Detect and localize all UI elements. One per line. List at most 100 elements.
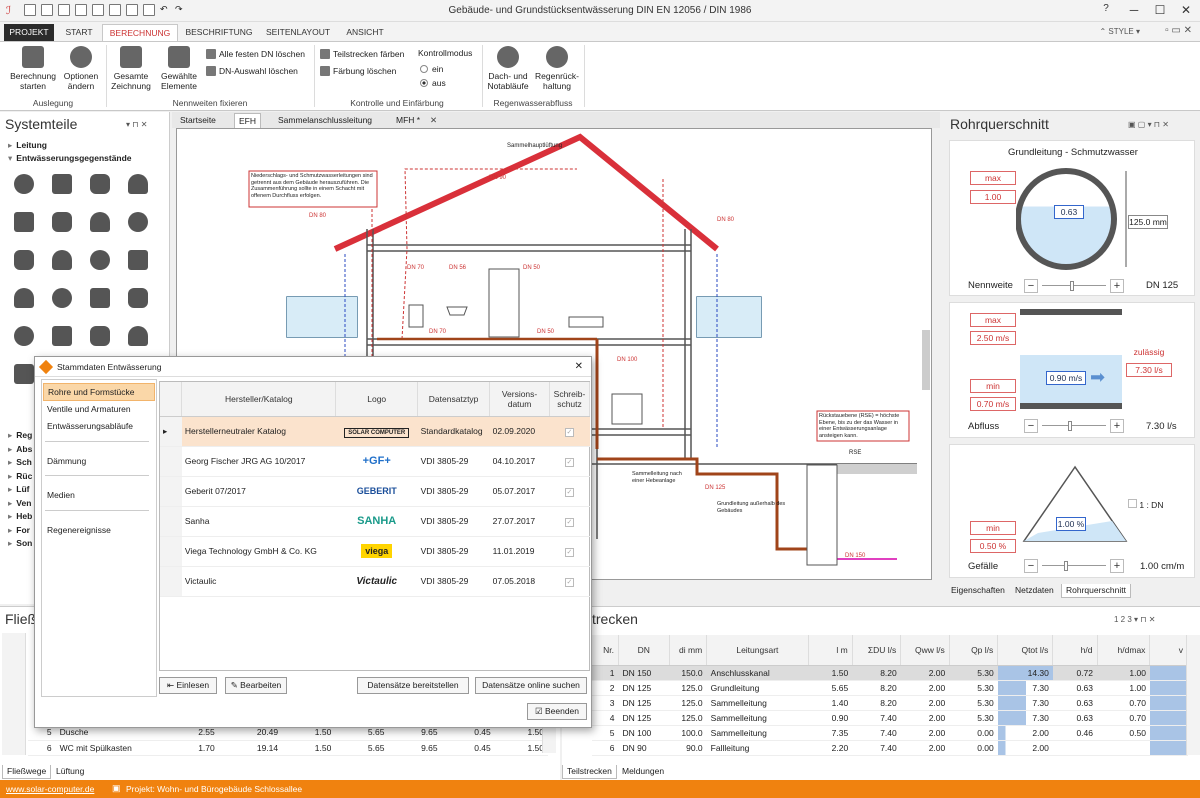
dialog-close-button[interactable]: ✕ bbox=[575, 357, 583, 377]
catalog-row[interactable]: Geberit 07/2017 GEBERIT VDI 3805-29 05.07.2… bbox=[160, 476, 590, 507]
kontrollmodus-ein-radio[interactable]: ein bbox=[420, 64, 443, 74]
sanitary-fixture-icon[interactable] bbox=[128, 326, 148, 346]
doc-tab-efh[interactable]: EFH bbox=[234, 113, 261, 128]
beenden-button[interactable]: ☑ Beenden bbox=[527, 703, 587, 720]
tab-eigenschaften[interactable]: Eigenschaften bbox=[947, 584, 1009, 598]
nav-regen[interactable]: Regenereignisse bbox=[43, 522, 155, 538]
alle-festen-dn-button[interactable]: Alle festen DN löschen bbox=[206, 49, 305, 59]
column-header[interactable]: DN bbox=[618, 635, 670, 666]
nav-medien[interactable]: Medien bbox=[43, 487, 155, 503]
dn-checkbox[interactable]: 1 : DN bbox=[1128, 499, 1163, 510]
sanitary-fixture-icon[interactable] bbox=[128, 250, 148, 270]
sanitary-fixture-icon[interactable] bbox=[52, 212, 72, 232]
website-link[interactable]: www.solar-computer.de bbox=[6, 784, 94, 794]
tree-item[interactable]: ▸ For bbox=[8, 525, 30, 536]
tab-fliesswege[interactable]: Fließwege bbox=[2, 765, 52, 779]
sanitary-fixture-icon[interactable] bbox=[14, 174, 34, 194]
doc-tab-sammel[interactable]: Sammelanschlussleitung bbox=[274, 113, 376, 128]
row-selector[interactable] bbox=[160, 446, 182, 477]
help-button[interactable]: ? bbox=[1094, 3, 1118, 14]
gewaehlte-elemente-button[interactable]: Gewählte Elemente bbox=[156, 46, 202, 91]
print-preview-icon[interactable] bbox=[75, 4, 87, 16]
row-selector[interactable] bbox=[160, 476, 182, 507]
table-row[interactable]: 6 DN 90 90.0 Fallleitung 2.20 7.40 2.00 0.00 2.0… bbox=[592, 740, 1188, 756]
row-selector[interactable] bbox=[160, 506, 182, 537]
catalog-row[interactable]: Georg Fischer JRG AG 10/2017 +GF+ VDI 3805… bbox=[160, 446, 590, 477]
nav-ventile[interactable]: Ventile und Armaturen bbox=[43, 401, 155, 417]
tree-item-leitung[interactable]: ▸ Leitung bbox=[8, 140, 47, 151]
online-suchen-button[interactable]: Datensätze online suchen bbox=[475, 677, 587, 694]
column-header[interactable]: Nr. bbox=[592, 635, 619, 666]
nav-ablaeufe[interactable]: Entwässerungsabläufe bbox=[43, 418, 155, 434]
tab-netzdaten[interactable]: Netzdaten bbox=[1011, 584, 1058, 598]
tab-seitenlayout[interactable]: SEITENLAYOUT bbox=[260, 24, 336, 42]
open-icon[interactable] bbox=[41, 4, 53, 16]
close-button[interactable]: ✕ bbox=[1174, 3, 1198, 17]
tab-teilstrecken[interactable]: Teilstrecken bbox=[562, 765, 617, 779]
einlesen-button[interactable]: ⇤ Einlesen bbox=[159, 677, 217, 694]
minimize-button[interactable]: ─ bbox=[1122, 3, 1146, 17]
sanitary-fixture-icon[interactable] bbox=[52, 174, 72, 194]
col-datensatztyp[interactable]: Datensatztyp bbox=[417, 382, 491, 417]
catalog-row[interactable]: ▸ Herstellerneutraler Katalog SOLAR COMPUT… bbox=[160, 416, 590, 447]
new-file-icon[interactable] bbox=[24, 4, 36, 16]
teilstrecken-scrollbar[interactable] bbox=[1186, 635, 1200, 755]
drawing-scrollbar[interactable] bbox=[922, 330, 930, 390]
panel-menu-icon[interactable]: 1 2 3 ▾ ⊓ ✕ bbox=[1114, 615, 1155, 624]
column-header[interactable]: di mm bbox=[669, 635, 708, 666]
col-schreibschutz[interactable]: Schreib-schutz bbox=[549, 382, 591, 417]
write-protect-checkbox[interactable]: ✓ bbox=[564, 577, 574, 587]
dn-auswahl-button[interactable]: DN-Auswahl löschen bbox=[206, 66, 298, 76]
doc-tab-startseite[interactable]: Startseite bbox=[176, 113, 220, 128]
tab-berechnung[interactable]: BERECHNUNG bbox=[102, 24, 178, 42]
table-row[interactable]: 5 DN 100 100.0 Sammelleitung 7.35 7.40 2.00 0.0… bbox=[592, 725, 1188, 741]
gesamte-zeichnung-button[interactable]: Gesamte Zeichnung bbox=[108, 46, 154, 91]
nav-rohre[interactable]: Rohre und Formstücke bbox=[43, 383, 155, 401]
tab-rohrquerschnitt[interactable]: Rohrquerschnitt bbox=[1061, 584, 1132, 598]
tab-lueftung[interactable]: Lüftung bbox=[52, 765, 88, 779]
tab-meldungen[interactable]: Meldungen bbox=[618, 765, 668, 779]
write-protect-checkbox[interactable]: ✓ bbox=[564, 487, 574, 497]
column-header[interactable]: Qtot l/s bbox=[997, 635, 1054, 666]
tree-item[interactable]: ▸ Abs bbox=[8, 444, 32, 455]
table-row[interactable]: 6 WC mit Spülkasten 1.70 19.14 1.50 5.65 9.65 0… bbox=[28, 740, 548, 756]
dach-notablaeufe-button[interactable]: Dach- und Notabläufe bbox=[484, 46, 532, 91]
write-protect-checkbox[interactable]: ✓ bbox=[564, 547, 574, 557]
gefaelle-slider[interactable]: − + bbox=[1024, 559, 1124, 573]
ribbon-window-controls[interactable]: ▫ ▭ ✕ bbox=[1165, 25, 1192, 36]
catalog-row[interactable]: Victaulic Victaulic VDI 3805-29 07.05.2018 ✓ bbox=[160, 566, 590, 597]
column-header[interactable]: h/dmax bbox=[1097, 635, 1151, 666]
redo-icon[interactable]: ↷ bbox=[175, 4, 187, 16]
write-protect-checkbox[interactable]: ✓ bbox=[564, 457, 574, 467]
sanitary-fixture-icon[interactable] bbox=[52, 288, 72, 308]
bearbeiten-button[interactable]: ✎ Bearbeiten bbox=[225, 677, 287, 694]
column-header[interactable]: Leitungsart bbox=[706, 635, 809, 666]
write-protect-checkbox[interactable]: ✓ bbox=[564, 517, 574, 527]
col-logo[interactable]: Logo bbox=[335, 382, 419, 417]
sanitary-fixture-icon[interactable] bbox=[14, 364, 34, 384]
tree-item[interactable]: ▸ Lüf bbox=[8, 484, 30, 495]
teilstrecken-faerben-button[interactable]: Teilstrecken färben bbox=[320, 49, 404, 59]
abfluss-slider[interactable]: − + bbox=[1024, 419, 1124, 433]
paste-icon[interactable] bbox=[143, 4, 155, 16]
sanitary-fixture-icon[interactable] bbox=[128, 212, 148, 232]
tab-ansicht[interactable]: ANSICHT bbox=[340, 24, 390, 42]
sanitary-fixture-icon[interactable] bbox=[14, 250, 34, 270]
faerbung-loeschen-button[interactable]: Färbung löschen bbox=[320, 66, 396, 76]
cut-icon[interactable] bbox=[109, 4, 121, 16]
catalog-row[interactable]: Viega Technology GmbH & Co. KG viega VDI 3… bbox=[160, 536, 590, 567]
berechnung-starten-button[interactable]: Berechnung starten bbox=[6, 46, 60, 91]
catalog-row[interactable]: Sanha SANHA VDI 3805-29 27.07.2017 ✓ bbox=[160, 506, 590, 537]
sanitary-fixture-icon[interactable] bbox=[52, 250, 72, 270]
table-row[interactable]: 4 DN 125 125.0 Sammelleitung 0.90 7.40 2.00 5.3… bbox=[592, 710, 1188, 726]
regenrueckhaltung-button[interactable]: Regenrück- haltung bbox=[532, 46, 582, 91]
sanitary-fixture-icon[interactable] bbox=[90, 250, 110, 270]
sanitary-fixture-icon[interactable] bbox=[14, 288, 34, 308]
tab-beschriftung[interactable]: BESCHRIFTUNG bbox=[182, 24, 256, 42]
tree-item[interactable]: ▸ Heb bbox=[8, 511, 32, 522]
undo-icon[interactable]: ↶ bbox=[160, 4, 172, 16]
col-hersteller[interactable]: Hersteller/Katalog bbox=[181, 382, 337, 417]
row-selector[interactable]: ▸ bbox=[160, 416, 182, 447]
column-header[interactable]: h/d bbox=[1052, 635, 1098, 666]
table-row[interactable]: 2 DN 125 125.0 Grundleitung 5.65 8.20 2.00 5.30… bbox=[592, 680, 1188, 696]
